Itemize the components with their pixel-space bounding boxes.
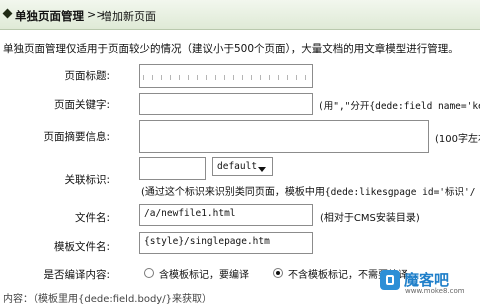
- like-id-select[interactable]: default: [212, 157, 273, 176]
- page-description: 单独页面管理仅适用于页面较少的情况（建议小于500个页面），大量文档的用文章模型…: [3, 43, 459, 55]
- compile-radio-no[interactable]: [273, 268, 283, 278]
- page-header: 单独页面管理 >> 增加新页面: [0, 0, 480, 30]
- compile-label: 是否编译内容:: [43, 269, 110, 281]
- like-id-hint-text: (通过这个标识来识别类同页面，模板中用: [141, 187, 325, 198]
- keywords-label: 页面关键字:: [53, 99, 110, 111]
- like-id-input[interactable]: [139, 157, 206, 180]
- summary-textarea[interactable]: [139, 120, 429, 153]
- watermark: 魔客吧 www.moke8.com: [380, 268, 476, 296]
- keywords-input[interactable]: [139, 93, 313, 115]
- chevron-down-icon: [258, 167, 266, 172]
- template-input[interactable]: {style}/singlepage.htm: [139, 232, 313, 254]
- like-id-label: 关联标识:: [64, 174, 110, 186]
- summary-hint: (100字左右: [435, 134, 480, 145]
- page-title: 单独页面管理: [15, 9, 84, 23]
- compile-radio-yes[interactable]: [144, 268, 154, 278]
- moke8-logo-icon: [380, 270, 400, 290]
- summary-label: 页面摘要信息:: [43, 131, 110, 143]
- watermark-url: www.moke8.com: [405, 287, 465, 295]
- filename-input[interactable]: /a/newfile1.html: [139, 204, 313, 226]
- ruler-ticks: [143, 75, 309, 80]
- like-id-hint: (通过这个标识来识别类同页面，模板中用{dede:likesgpage id='…: [141, 183, 475, 198]
- like-id-hint-code: {dede:likesgpage id='标识'/: [324, 187, 476, 198]
- diamond-bullet-icon: [2, 8, 13, 19]
- compile-option-yes-label: 含模板标记，要编译: [159, 270, 249, 281]
- template-label: 模板文件名:: [53, 241, 110, 253]
- filename-hint: (相对于CMS安装目录): [320, 213, 420, 224]
- page-title-label: 页面标题:: [64, 70, 110, 82]
- like-id-select-value: default: [217, 161, 258, 172]
- breadcrumb-current: 增加新页面: [101, 10, 156, 23]
- content-label-partial: 内容：（模板里用{dede:field.body/}来获取）: [3, 294, 212, 305]
- keywords-hint: (用","分开{dede:field name='key: [318, 101, 480, 112]
- filename-label: 文件名:: [74, 212, 110, 224]
